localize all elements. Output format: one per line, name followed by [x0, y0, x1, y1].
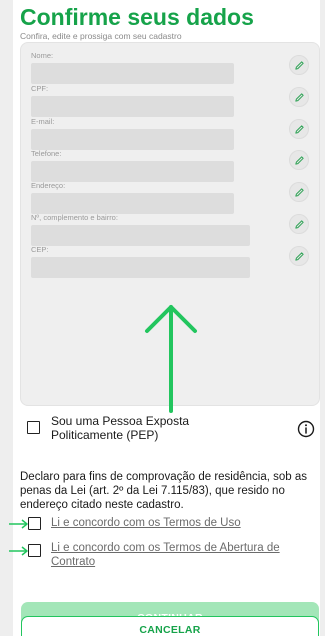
- right-rail: [320, 0, 325, 636]
- cancel-button[interactable]: CANCELAR: [21, 616, 319, 636]
- pencil-icon: [294, 187, 304, 197]
- edit-telefone-button[interactable]: [289, 150, 309, 170]
- pencil-icon: [294, 60, 304, 70]
- pep-row: Sou uma Pessoa Exposta Politicamente (PE…: [27, 414, 317, 446]
- info-icon[interactable]: [297, 420, 315, 438]
- field-label-telefone: Telefone:: [31, 149, 62, 158]
- annotation-arrow-right-icon: [9, 519, 28, 529]
- field-value-cpf: [31, 96, 234, 117]
- edit-nome-button[interactable]: [289, 55, 309, 75]
- annotation-arrow-right-icon: [9, 546, 28, 556]
- edit-endereco-button[interactable]: [289, 182, 309, 202]
- pencil-icon: [294, 92, 304, 102]
- pencil-icon: [294, 155, 304, 165]
- field-nome: Nome:: [31, 51, 234, 84]
- field-email: E-mail:: [31, 117, 234, 150]
- edit-cep-button[interactable]: [289, 246, 309, 266]
- pep-checkbox[interactable]: [27, 421, 40, 434]
- field-value-endereco: [31, 193, 234, 214]
- field-telefone: Telefone:: [31, 149, 234, 182]
- field-label-email: E-mail:: [31, 117, 55, 126]
- field-complemento: Nº, complemento e bairro:: [31, 213, 250, 246]
- page-subtitle: Confira, edite e prossiga com seu cadast…: [20, 31, 182, 41]
- edit-email-button[interactable]: [289, 119, 309, 139]
- terms-account-link[interactable]: Li e concordo com os Termos de Abertura …: [51, 541, 301, 569]
- field-label-endereco: Endereço:: [31, 181, 66, 190]
- field-value-complemento: [31, 225, 250, 246]
- edit-complemento-button[interactable]: [289, 214, 309, 234]
- field-value-nome: [31, 63, 234, 84]
- field-cpf: CPF:: [31, 84, 234, 117]
- field-value-telefone: [31, 161, 234, 182]
- page-title: Confirme seus dados: [20, 4, 254, 30]
- field-cep: CEP:: [31, 245, 250, 278]
- pencil-icon: [294, 219, 304, 229]
- terms-use-checkbox[interactable]: [28, 517, 41, 530]
- terms-account-row: Li e concordo com os Termos de Abertura …: [8, 540, 308, 570]
- pencil-icon: [294, 124, 304, 134]
- field-endereco: Endereço:: [31, 181, 234, 214]
- terms-use-link[interactable]: Li e concordo com os Termos de Uso: [51, 516, 301, 530]
- terms-use-row: Li e concordo com os Termos de Uso: [8, 515, 308, 531]
- field-value-cep: [31, 257, 250, 278]
- field-value-email: [31, 129, 234, 150]
- field-label-cep: CEP:: [31, 245, 49, 254]
- field-label-cpf: CPF:: [31, 84, 49, 93]
- annotation-arrow-up-icon: [145, 305, 197, 413]
- residence-declaration: Declaro para fins de comprovação de resi…: [20, 471, 308, 511]
- field-label-nome: Nome:: [31, 51, 54, 60]
- field-label-complemento: Nº, complemento e bairro:: [31, 213, 118, 222]
- terms-account-checkbox[interactable]: [28, 544, 41, 557]
- pep-label: Sou uma Pessoa Exposta Politicamente (PE…: [51, 414, 190, 442]
- edit-cpf-button[interactable]: [289, 87, 309, 107]
- pencil-icon: [294, 251, 304, 261]
